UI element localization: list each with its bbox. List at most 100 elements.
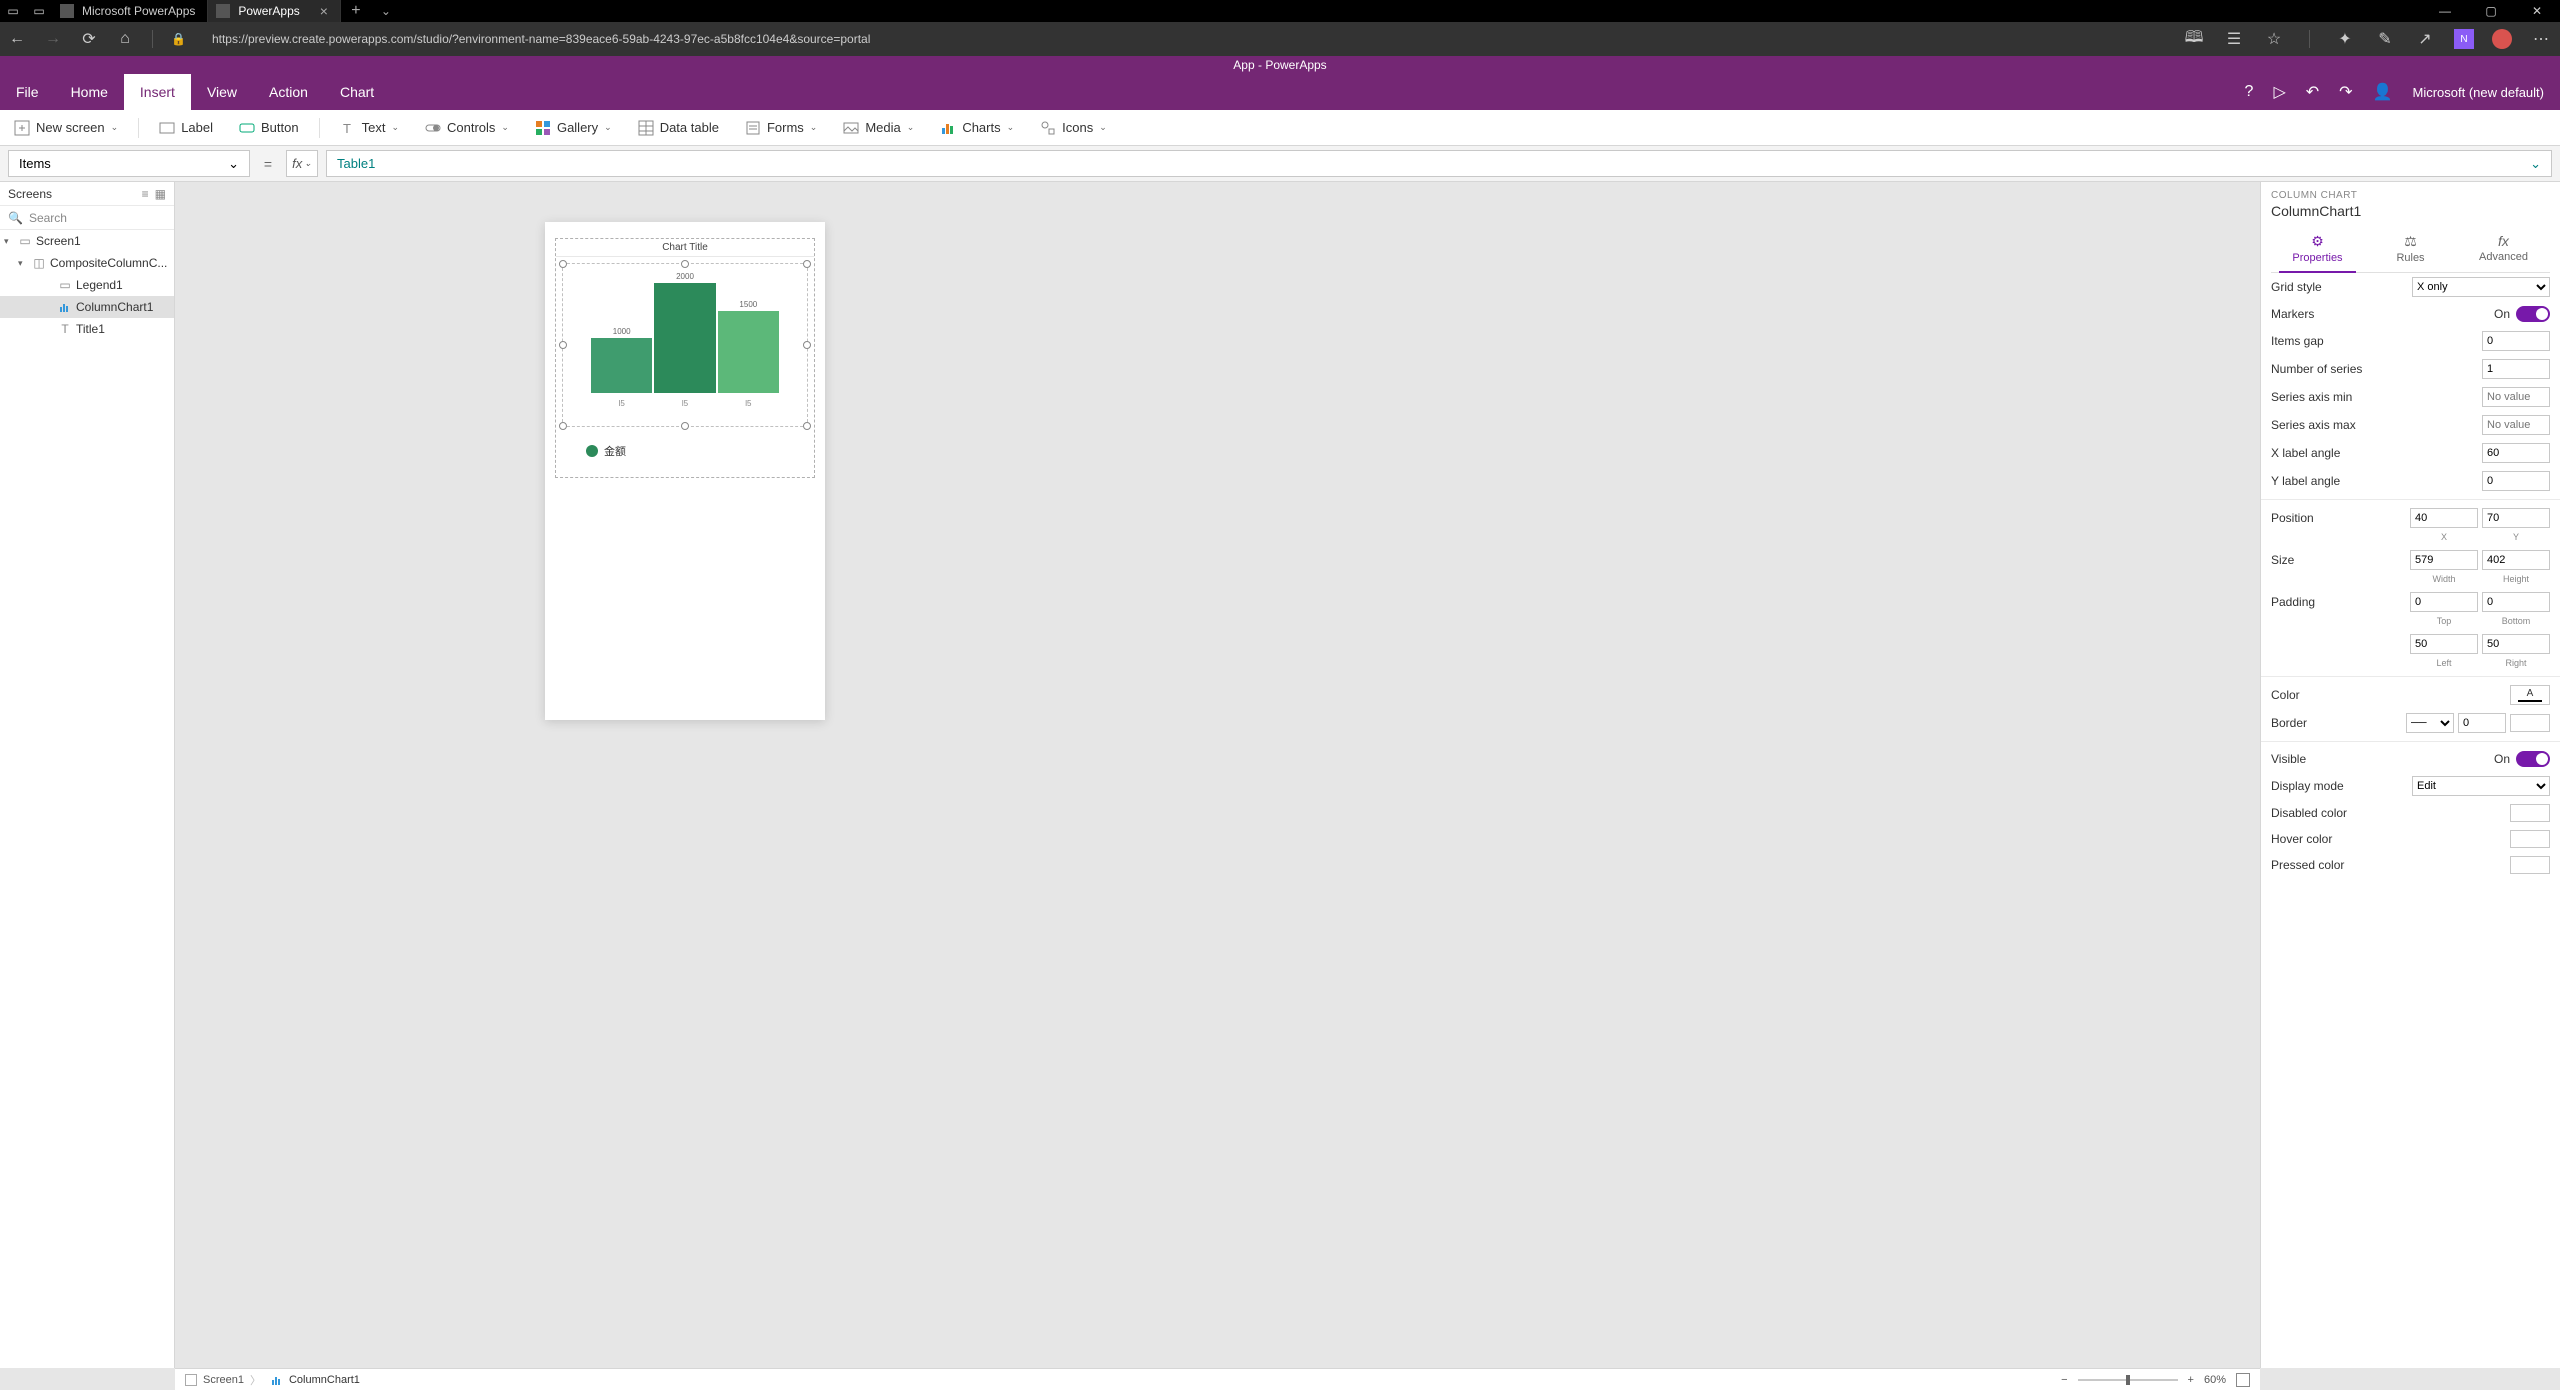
zoom-slider[interactable] <box>2078 1379 2178 1381</box>
button-button[interactable]: Button <box>233 120 305 136</box>
resize-handle[interactable] <box>803 260 811 268</box>
expand-icon[interactable]: ▾ <box>18 258 28 269</box>
tabs-menu-icon[interactable]: ⌄ <box>371 0 401 22</box>
pad-top-input[interactable] <box>2410 592 2478 612</box>
menu-file[interactable]: File <box>0 74 55 110</box>
back-button[interactable]: ← <box>8 30 26 48</box>
close-tab-icon[interactable]: × <box>320 3 328 19</box>
pad-bottom-input[interactable] <box>2482 592 2550 612</box>
resize-handle[interactable] <box>559 341 567 349</box>
items-gap-input[interactable] <box>2482 331 2550 351</box>
more-icon[interactable]: ⋯ <box>2530 29 2552 49</box>
formula-input[interactable]: Table1 ⌄ <box>326 150 2552 177</box>
pos-x-input[interactable] <box>2410 508 2478 528</box>
maximize-button[interactable]: ▢ <box>2468 0 2514 22</box>
redo-icon[interactable]: ↷ <box>2339 82 2352 102</box>
address-bar[interactable]: https://preview.create.powerapps.com/stu… <box>212 32 870 46</box>
expand-icon[interactable]: ▾ <box>4 236 14 247</box>
close-window-button[interactable]: ✕ <box>2514 0 2560 22</box>
reading-view-icon[interactable]: 🕮 <box>2183 26 2205 53</box>
tree-node-title[interactable]: T Title1 <box>0 318 174 340</box>
border-color-swatch[interactable] <box>2510 714 2550 732</box>
pos-y-input[interactable] <box>2482 508 2550 528</box>
gallery-dropdown[interactable]: Gallery⌄ <box>529 120 618 136</box>
x-angle-input[interactable] <box>2482 443 2550 463</box>
pad-left-input[interactable] <box>2410 634 2478 654</box>
tree-node-composite[interactable]: ▾ ◫ CompositeColumnC... <box>0 252 174 274</box>
y-angle-input[interactable] <box>2482 471 2550 491</box>
tree-search[interactable]: 🔍 Search <box>0 206 174 230</box>
display-mode-select[interactable]: Edit <box>2412 776 2550 796</box>
tab-rules[interactable]: ⚖Rules <box>2364 227 2457 272</box>
data-table-button[interactable]: Data table <box>632 120 725 136</box>
tree-node-chart[interactable]: ColumnChart1 <box>0 296 174 318</box>
thumbnail-view-icon[interactable]: ▦ <box>155 187 166 201</box>
home-button[interactable]: ⌂ <box>116 30 134 48</box>
pad-right-input[interactable] <box>2482 634 2550 654</box>
markers-toggle[interactable] <box>2516 306 2550 322</box>
menu-home[interactable]: Home <box>55 74 124 110</box>
property-selector[interactable]: Items ⌄ <box>8 150 250 177</box>
fx-button[interactable]: fx ⌄ <box>286 150 318 177</box>
resize-handle[interactable] <box>681 422 689 430</box>
grid-style-select[interactable]: X only <box>2412 277 2550 297</box>
onenote-extension-icon[interactable]: N <box>2454 29 2474 49</box>
canvas[interactable]: Chart Title 1000l52000l51500l5 金额 <box>175 182 2260 1368</box>
charts-dropdown[interactable]: Charts⌄ <box>934 120 1020 136</box>
axis-min-input[interactable] <box>2482 387 2550 407</box>
preview-play-icon[interactable]: ▷ <box>2273 82 2285 102</box>
num-series-input[interactable] <box>2482 359 2550 379</box>
disabled-color-swatch[interactable] <box>2510 804 2550 822</box>
reading-list-icon[interactable]: ☰ <box>2223 29 2245 49</box>
chart-body-selection[interactable]: 1000l52000l51500l5 <box>562 263 808 427</box>
tab-aside-icon[interactable]: ▭ <box>33 4 44 18</box>
forms-dropdown[interactable]: Forms⌄ <box>739 120 823 136</box>
resize-handle[interactable] <box>559 260 567 268</box>
width-input[interactable] <box>2410 550 2478 570</box>
minimize-button[interactable]: — <box>2422 0 2468 22</box>
menu-chart[interactable]: Chart <box>324 74 390 110</box>
help-icon[interactable]: ? <box>2245 83 2254 101</box>
notes-icon[interactable]: ✎ <box>2374 29 2396 49</box>
tab-properties[interactable]: ⚙Properties <box>2271 227 2364 272</box>
tree-node-legend[interactable]: ▭ Legend1 <box>0 274 174 296</box>
profile-avatar[interactable] <box>2492 29 2512 49</box>
resize-handle[interactable] <box>803 341 811 349</box>
menu-view[interactable]: View <box>191 74 253 110</box>
media-dropdown[interactable]: Media⌄ <box>837 120 920 136</box>
color-picker[interactable]: A <box>2510 685 2550 705</box>
share-icon[interactable]: ↗ <box>2414 29 2436 49</box>
chart-container[interactable]: Chart Title 1000l52000l51500l5 金额 <box>555 238 815 478</box>
tab-advanced[interactable]: fxAdvanced <box>2457 227 2550 272</box>
icons-dropdown[interactable]: Icons⌄ <box>1034 120 1113 136</box>
resize-handle[interactable] <box>681 260 689 268</box>
border-width-input[interactable] <box>2458 713 2506 733</box>
refresh-button[interactable]: ⟳ <box>80 29 98 49</box>
hover-color-swatch[interactable] <box>2510 830 2550 848</box>
controls-dropdown[interactable]: Controls⌄ <box>419 120 515 136</box>
tree-node-screen[interactable]: ▾ ▭ Screen1 <box>0 230 174 252</box>
tree-view-icon[interactable]: ≡ <box>142 187 149 201</box>
fit-to-screen-button[interactable] <box>2236 1373 2250 1387</box>
zoom-in-button[interactable]: + <box>2188 1374 2194 1386</box>
text-dropdown[interactable]: T Text⌄ <box>334 120 405 136</box>
breadcrumb-screen[interactable]: Screen1 〉 <box>185 1372 271 1388</box>
pressed-color-swatch[interactable] <box>2510 856 2550 874</box>
axis-max-input[interactable] <box>2482 415 2550 435</box>
account-label[interactable]: Microsoft (new default) <box>2413 85 2545 100</box>
visible-toggle[interactable] <box>2516 751 2550 767</box>
height-input[interactable] <box>2482 550 2550 570</box>
account-icon[interactable]: 👤 <box>2373 82 2393 102</box>
menu-action[interactable]: Action <box>253 74 324 110</box>
favorites-icon[interactable]: ☆ <box>2263 29 2285 49</box>
border-style-select[interactable]: ── <box>2406 713 2454 733</box>
zoom-out-button[interactable]: − <box>2061 1374 2067 1386</box>
new-tab-button[interactable]: + <box>341 0 371 22</box>
tab-overview-icon[interactable]: ▭ <box>7 4 18 18</box>
hub-icon[interactable]: ✦ <box>2334 29 2356 49</box>
resize-handle[interactable] <box>803 422 811 430</box>
new-screen-button[interactable]: New screen⌄ <box>8 120 124 136</box>
breadcrumb-chart[interactable]: ColumnChart1 <box>271 1374 370 1386</box>
resize-handle[interactable] <box>559 422 567 430</box>
label-button[interactable]: Label <box>153 120 219 136</box>
